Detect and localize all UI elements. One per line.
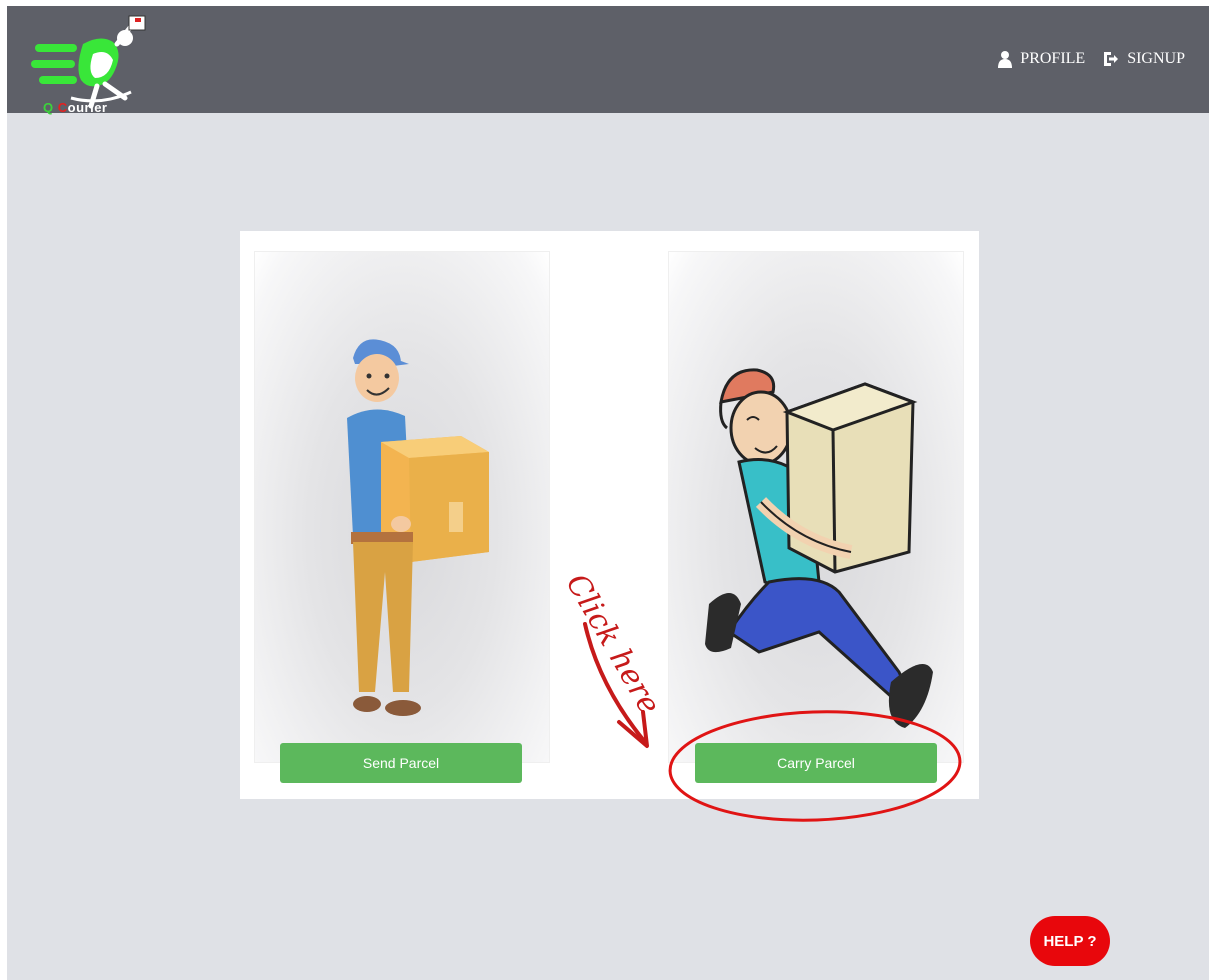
brand-letter-q: Q [43, 100, 54, 115]
running-courier-with-box-illustration [705, 368, 933, 728]
running-courier-logo-icon [31, 15, 146, 109]
profile-label: PROFILE [1020, 50, 1086, 67]
carry-parcel-card[interactable] [668, 251, 964, 763]
person-holding-box-illustration [347, 339, 489, 716]
top-nav: PROFILE SIGNUP [998, 50, 1185, 68]
carry-parcel-button[interactable]: Carry Parcel [695, 743, 937, 783]
brand-name-rest: ourier [67, 100, 108, 115]
signup-label: SIGNUP [1127, 50, 1185, 67]
choice-panel: Send Parcel Carry Parcel [240, 231, 979, 799]
send-parcel-button[interactable]: Send Parcel [280, 743, 522, 783]
brand-logo[interactable] [31, 14, 151, 110]
help-button[interactable]: HELP ? [1030, 916, 1110, 966]
profile-link[interactable]: PROFILE [998, 50, 1085, 68]
brand-name: Q Courier [43, 100, 107, 115]
signup-link[interactable]: SIGNUP [1103, 50, 1185, 68]
send-parcel-card[interactable] [254, 251, 550, 763]
header-bar: Q Courier PROFILE SIGNUP [7, 6, 1209, 115]
sign-in-icon [1104, 52, 1119, 66]
app-frame: Q Courier PROFILE SIGNUP Send Parcel Car… [7, 6, 1209, 980]
user-icon [998, 51, 1013, 68]
brand-letter-c: C [57, 100, 68, 115]
